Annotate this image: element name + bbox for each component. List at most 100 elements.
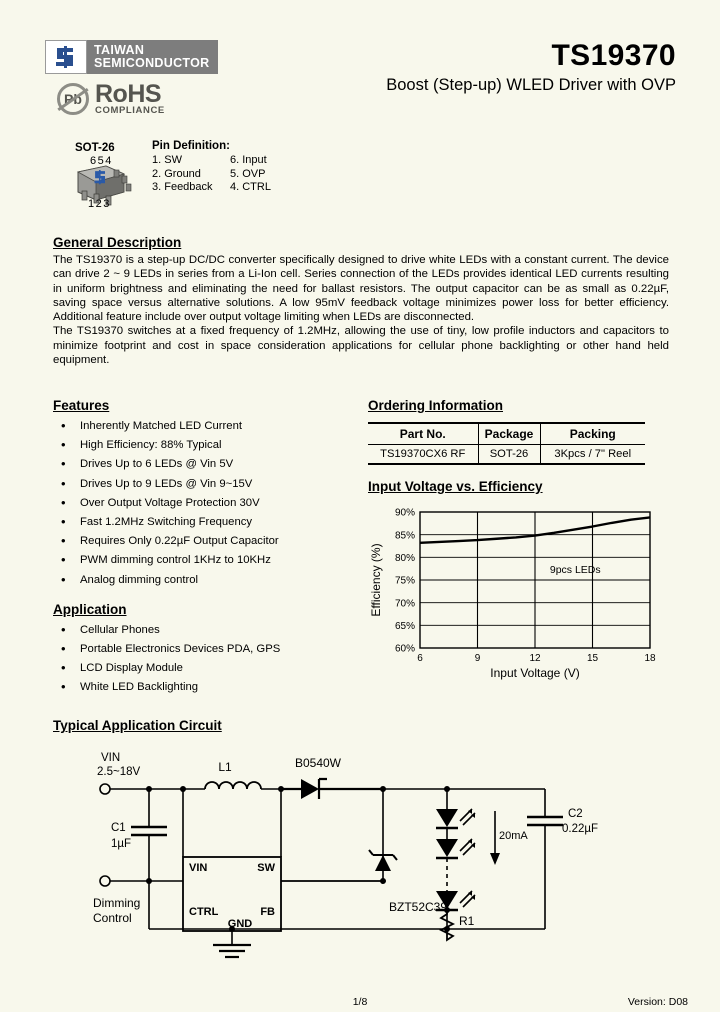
ordering-information-table: Part No. Package Packing TS19370CX6 RF S… bbox=[368, 422, 645, 465]
x-tick-label: 12 bbox=[529, 653, 541, 664]
diode-label: B0540W bbox=[295, 756, 342, 770]
list-item: White LED Backlighting bbox=[53, 677, 353, 697]
pin-definition-block: Pin Definition: 1. SW 6. Input 2. Ground… bbox=[152, 140, 271, 195]
list-item: Fast 1.2MHz Switching Frequency bbox=[53, 512, 353, 532]
general-description-paragraph: The TS19370 is a step-up DC/DC converter… bbox=[53, 254, 669, 324]
list-item: PWM dimming control 1KHz to 10KHz bbox=[53, 550, 353, 570]
circuit-heading: Typical Application Circuit bbox=[53, 718, 222, 733]
table-cell: TS19370CX6 RF bbox=[368, 444, 478, 465]
y-tick-label: 80% bbox=[395, 553, 415, 564]
company-logo: TAIWAN SEMICONDUCTOR bbox=[45, 40, 218, 74]
application-list: Cellular Phones Portable Electronics Dev… bbox=[53, 620, 353, 698]
general-description-heading: General Description bbox=[53, 235, 182, 250]
general-description-section: General Description The TS19370 is a ste… bbox=[53, 235, 669, 367]
circuit-junction bbox=[444, 926, 450, 932]
pin-item: 4. CTRL bbox=[230, 181, 271, 193]
y-tick-label: 60% bbox=[395, 644, 415, 655]
document-version: Version: D08 bbox=[627, 996, 688, 1008]
pin-item: 2. Ground bbox=[152, 167, 201, 180]
c1-label: C1 bbox=[111, 822, 126, 834]
efficiency-chart-heading: Input Voltage vs. Efficiency bbox=[368, 479, 543, 494]
x-axis-label: Input Voltage (V) bbox=[490, 666, 579, 680]
company-name-line2: SEMICONDUCTOR bbox=[94, 56, 210, 70]
pin-item: 5. OVP bbox=[230, 167, 266, 180]
led-symbol bbox=[436, 809, 458, 827]
led-current-label: 20mA bbox=[499, 830, 528, 842]
typical-application-circuit-section: Typical Application Circuit VIN 2.5~18V C1… bbox=[53, 718, 673, 976]
vin-label: VIN bbox=[101, 752, 120, 764]
company-name-line1: TAIWAN bbox=[94, 42, 145, 57]
y-tick-label: 90% bbox=[395, 508, 415, 519]
list-item: High Efficiency: 88% Typical bbox=[53, 435, 353, 455]
ordering-information-heading: Ordering Information bbox=[368, 398, 503, 413]
list-item: LCD Display Module bbox=[53, 658, 353, 678]
ic-pin-ctrl-label: CTRL bbox=[189, 906, 219, 918]
y-tick-label: 70% bbox=[395, 598, 415, 609]
table-cell: 3Kpcs / 7" Reel bbox=[539, 444, 645, 465]
list-item: Inherently Matched LED Current bbox=[53, 416, 353, 436]
table-row: TS19370CX6 RF SOT-26 3Kpcs / 7" Reel bbox=[368, 444, 645, 465]
table-header-row: Part No. Package Packing bbox=[368, 422, 645, 445]
page-title: TS19370 bbox=[551, 39, 676, 72]
rohs-compliance-label: COMPLIANCE bbox=[95, 105, 165, 116]
page-header: TAIWAN SEMICONDUCTOR Pb RoHS COMPLIANCE … bbox=[0, 0, 720, 140]
zener-label: BZT52C39 bbox=[389, 900, 447, 914]
dimming-control-label: Control bbox=[93, 911, 132, 925]
l1-label: L1 bbox=[218, 760, 232, 774]
list-item: Analog dimming control bbox=[53, 570, 353, 590]
pin-definition-title: Pin Definition: bbox=[152, 140, 230, 152]
list-item: Portable Electronics Devices PDA, GPS bbox=[53, 639, 353, 659]
led-symbol bbox=[436, 839, 458, 857]
features-heading: Features bbox=[53, 398, 110, 413]
package-pins-bottom-label: 123 bbox=[88, 198, 111, 210]
list-item: Cellular Phones bbox=[53, 620, 353, 640]
features-list: Inherently Matched LED Current High Effi… bbox=[53, 416, 353, 590]
y-tick-label: 75% bbox=[395, 576, 415, 587]
y-tick-label: 85% bbox=[395, 530, 415, 541]
ic-pin-fb-label: FB bbox=[260, 906, 275, 918]
application-heading: Application bbox=[53, 601, 127, 617]
list-item: Drives Up to 6 LEDs @ Vin 5V bbox=[53, 454, 353, 474]
inductor-l1 bbox=[204, 781, 262, 790]
taiwan-semiconductor-mark-icon bbox=[45, 40, 87, 74]
circuit-diagram: VIN 2.5~18V C1 1µF L1 B0540W BZT52C39 20mA R1 C2 0… bbox=[53, 739, 673, 976]
led-light-arrow bbox=[459, 890, 476, 908]
c1-value-label: 1µF bbox=[111, 838, 131, 850]
package-name-label: SOT-26 bbox=[75, 142, 115, 154]
vin-terminal bbox=[99, 783, 111, 795]
pin-item: 3. Feedback bbox=[152, 181, 213, 193]
general-description-paragraph: The TS19370 switches at a fixed frequenc… bbox=[53, 325, 669, 367]
features-application-column: Features Inherently Matched LED Current … bbox=[53, 398, 353, 698]
x-tick-label: 18 bbox=[644, 653, 656, 664]
rohs-label: RoHS bbox=[95, 80, 162, 108]
x-tick-label: 15 bbox=[587, 653, 599, 664]
page-subtitle: Boost (Step-up) WLED Driver with OVP bbox=[386, 76, 676, 94]
list-item: Drives Up to 9 LEDs @ Vin 9~15V bbox=[53, 474, 353, 494]
efficiency-chart: 60% 65% 70% 75% 80% 85% 90% 6 9 12 15 18 9pcs LEDs In… bbox=[368, 500, 658, 685]
chart-annotation: 9pcs LEDs bbox=[550, 564, 601, 576]
x-tick-label: 9 bbox=[475, 653, 481, 664]
list-item: Requires Only 0.22µF Output Capacitor bbox=[53, 531, 353, 551]
dimming-control-label: Dimming bbox=[93, 896, 140, 910]
pin-item: 1. SW bbox=[152, 154, 182, 166]
x-tick-label: 6 bbox=[417, 653, 423, 664]
title-block: TS19370 Boost (Step-up) WLED Driver with… bbox=[386, 40, 676, 96]
ic-pin-sw-label: SW bbox=[257, 862, 275, 874]
pin-item: 6. Input bbox=[230, 154, 267, 166]
datasheet-page: TAIWAN SEMICONDUCTOR Pb RoHS COMPLIANCE … bbox=[0, 0, 720, 1012]
rohs-compliance-logo: Pb RoHS COMPLIANCE bbox=[57, 82, 165, 116]
vin-range-label: 2.5~18V bbox=[97, 766, 140, 778]
column-header: Packing bbox=[539, 422, 645, 445]
led-light-arrow bbox=[459, 838, 476, 856]
column-header: Part No. bbox=[368, 422, 478, 445]
y-axis-label: Efficiency (%) bbox=[369, 543, 383, 616]
ic-pin-vin-label: VIN bbox=[189, 862, 207, 874]
dimming-terminal bbox=[99, 875, 111, 887]
led-light-arrow bbox=[459, 808, 476, 826]
column-header: Package bbox=[477, 422, 540, 445]
schottky-diode bbox=[301, 779, 319, 799]
table-cell: SOT-26 bbox=[477, 444, 540, 465]
y-tick-label: 65% bbox=[395, 621, 415, 632]
list-item: Over Output Voltage Protection 30V bbox=[53, 493, 353, 513]
c2-value-label: 0.22µF bbox=[562, 823, 598, 835]
